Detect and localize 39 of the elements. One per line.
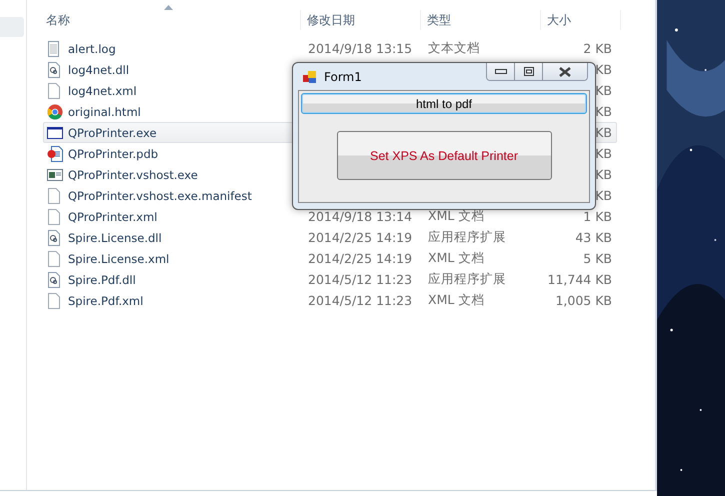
file-name: alert.log	[68, 42, 117, 56]
file-size: 1,005 KB	[555, 293, 612, 308]
file-type: XML 文档	[428, 250, 486, 267]
file-size: 43 KB	[575, 230, 612, 245]
file-type: 文本文档	[428, 40, 481, 57]
file-name: Spire.Pdf.xml	[68, 294, 144, 308]
file-size: 2 KB	[583, 41, 612, 56]
file-name: log4net.dll	[68, 62, 130, 76]
file-size: KB	[595, 125, 612, 140]
modified-date: 2014/9/18 13:14	[308, 209, 414, 224]
file-size: 5 KB	[583, 251, 612, 266]
window-title: Form1	[324, 70, 362, 84]
file-name: Spire.License.xml	[68, 252, 170, 266]
file-name: Spire.Pdf.dll	[68, 272, 137, 286]
file-name: QProPrinter.pdb	[68, 146, 160, 160]
file-size: 1 KB	[583, 209, 612, 224]
file-type: XML 文档	[428, 292, 486, 309]
file-size: KB	[595, 62, 612, 77]
modified-date: 2014/5/12 11:23	[308, 293, 414, 308]
file-size: KB	[595, 188, 612, 203]
file-name: QProPrinter.vshost.exe.manifest	[68, 188, 253, 202]
modified-date: 2014/9/18 13:15	[308, 41, 414, 56]
file-size: KB	[595, 146, 612, 161]
file-name: QProPrinter.vshost.exe	[68, 168, 199, 182]
file-type: 应用程序扩展	[428, 229, 507, 246]
modified-date: 2014/5/12 11:23	[308, 272, 414, 287]
file-name: QProPrinter.xml	[68, 210, 158, 224]
file-name: QProPrinter.exe	[68, 126, 158, 140]
file-name: log4net.xml	[68, 84, 138, 98]
file-size: KB	[595, 167, 612, 182]
file-type: XML 文档	[428, 208, 486, 225]
modified-date: 2014/2/25 14:19	[308, 230, 414, 245]
file-size: KB	[595, 104, 612, 119]
file-size: KB	[595, 83, 612, 98]
file-size: 11,744 KB	[548, 272, 612, 287]
file-name: original.html	[68, 104, 142, 118]
modified-date: 2014/2/25 14:19	[308, 251, 414, 266]
file-name: Spire.License.dll	[68, 230, 163, 244]
file-type: 应用程序扩展	[428, 271, 507, 288]
